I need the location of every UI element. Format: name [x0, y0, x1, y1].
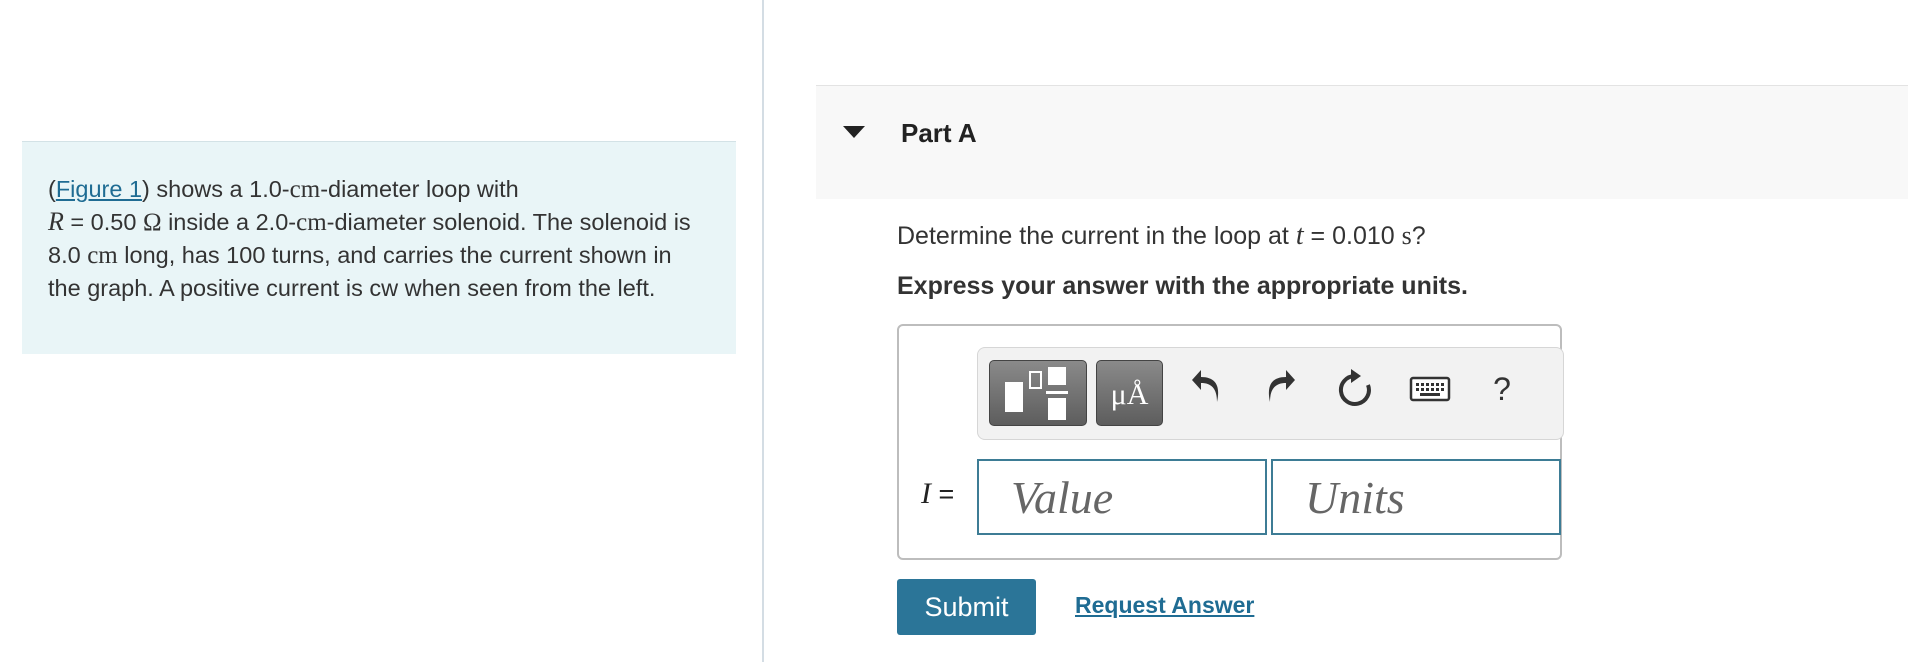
part-header: Part A — [816, 85, 1908, 199]
value-input[interactable] — [977, 459, 1267, 535]
figure-link[interactable]: Figure 1 — [56, 176, 142, 202]
collapse-triangle-icon[interactable] — [843, 126, 865, 138]
answer-variable-label: I = — [921, 477, 955, 510]
keyboard-button[interactable] — [1406, 368, 1454, 418]
math-toolbar: μÅ ? — [977, 347, 1564, 440]
problem-statement: (Figure 1) shows a 1.0-cm-diameter loop … — [22, 141, 736, 354]
redo-button[interactable] — [1256, 368, 1304, 418]
part-title: Part A — [901, 118, 977, 148]
units-input[interactable] — [1271, 459, 1561, 535]
submit-button[interactable]: Submit — [897, 579, 1036, 635]
keyboard-icon — [1409, 376, 1451, 402]
reset-icon — [1338, 369, 1371, 406]
undo-icon — [1192, 370, 1219, 402]
request-answer-link[interactable]: Request Answer — [1075, 592, 1254, 619]
templates-button[interactable] — [989, 360, 1087, 426]
units-button[interactable]: μÅ — [1096, 360, 1163, 426]
question-text: Determine the current in the loop at t =… — [897, 220, 1426, 251]
pane-divider — [762, 0, 764, 662]
redo-icon — [1268, 370, 1295, 402]
undo-button[interactable] — [1183, 368, 1231, 418]
variable-r: R — [48, 207, 64, 236]
units-icon: μÅ — [1110, 378, 1149, 411]
instruction-text: Express your answer with the appropriate… — [897, 272, 1468, 300]
reset-button[interactable] — [1331, 368, 1379, 418]
help-icon[interactable]: ? — [1478, 364, 1526, 414]
